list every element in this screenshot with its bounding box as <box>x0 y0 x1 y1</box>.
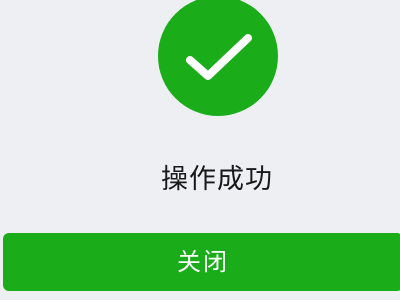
checkmark-icon <box>186 34 252 80</box>
close-button[interactable]: 关闭 <box>3 233 400 291</box>
check-circle-icon <box>158 0 278 116</box>
success-screen: 操作成功 关闭 <box>0 0 400 300</box>
success-message: 操作成功 <box>161 164 273 195</box>
